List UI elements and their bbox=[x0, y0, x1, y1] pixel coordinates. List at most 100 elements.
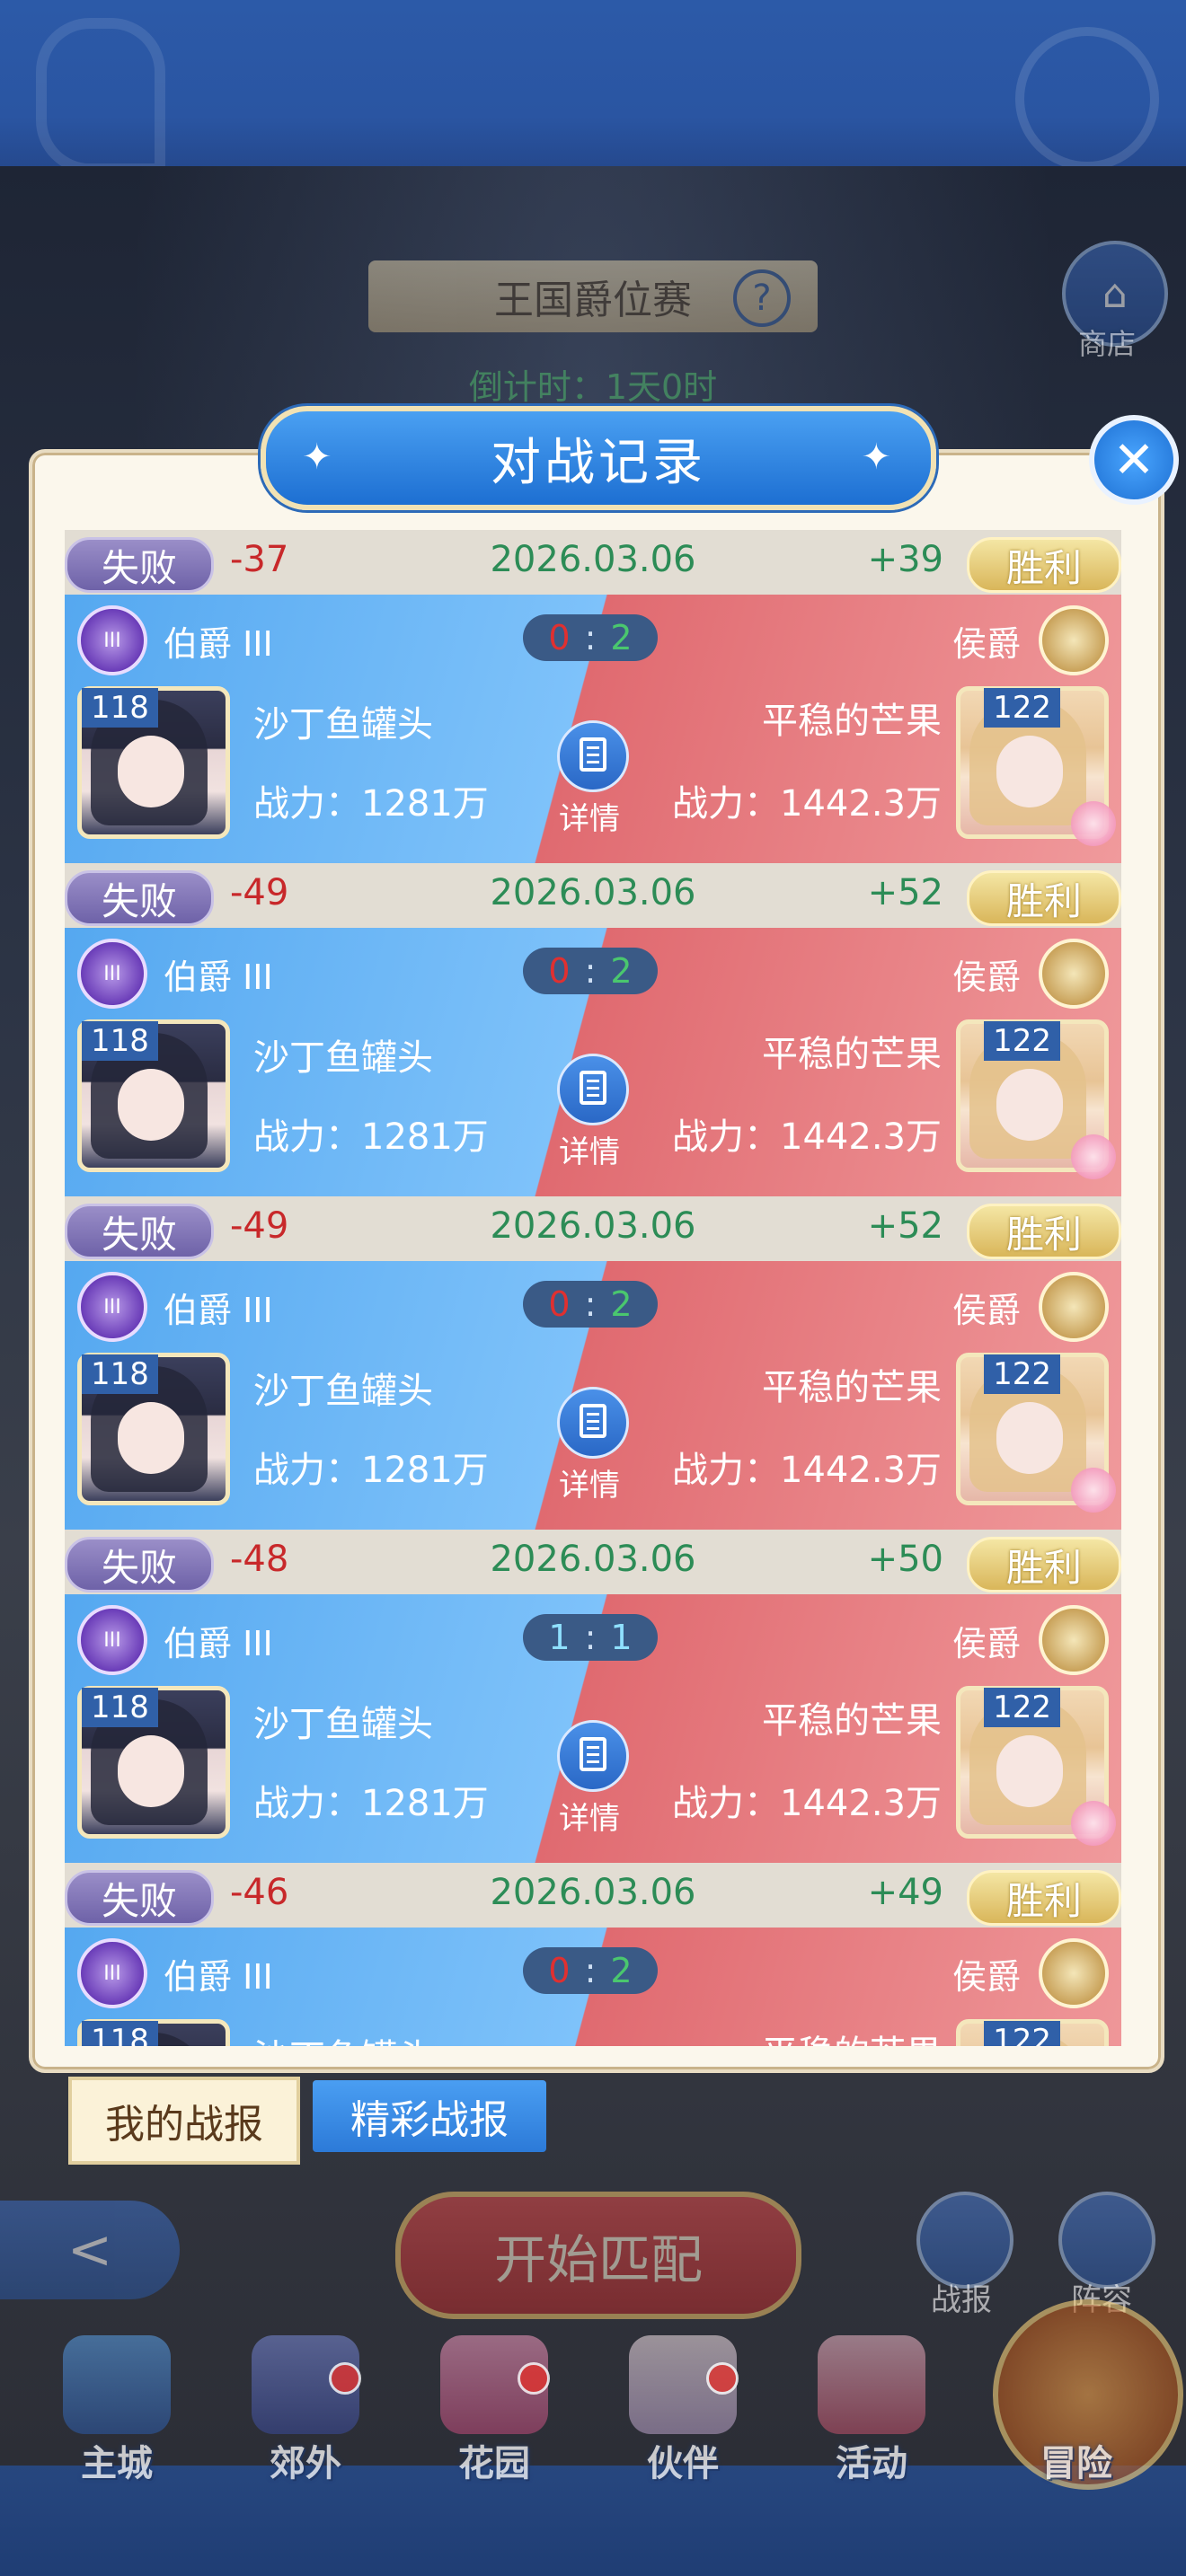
nav-events[interactable]: 活动 bbox=[800, 2335, 943, 2488]
victory-badge: 胜利 bbox=[967, 1537, 1121, 1592]
score-left: 0 bbox=[548, 1284, 571, 1324]
marquis-rank-icon bbox=[1039, 605, 1109, 675]
record-body: III 伯爵 III 1 : 1 侯爵 118 沙丁鱼罐头 战力：1281万 详… bbox=[65, 1594, 1121, 1863]
banner-decoration bbox=[36, 18, 165, 174]
defeat-badge: 失败 bbox=[65, 537, 214, 593]
record-body: III 伯爵 III 0 : 2 侯爵 118 沙丁鱼罐头 战力：1281万 详… bbox=[65, 1261, 1121, 1530]
avatar-face bbox=[118, 736, 184, 807]
opponent-level: 122 bbox=[984, 1354, 1060, 1394]
opponent-power: 战力：1442.3万 bbox=[672, 1783, 942, 1824]
defeat-badge: 失败 bbox=[65, 1204, 214, 1259]
opponent-power: 战力：1442.3万 bbox=[672, 783, 942, 825]
nav-adventure[interactable]: 冒险 bbox=[1005, 2335, 1148, 2488]
points-lost: -49 bbox=[230, 872, 289, 913]
cherry-blossom-icon bbox=[1071, 1134, 1116, 1179]
player-power: 战力：1281万 bbox=[253, 1783, 489, 1824]
detail-button[interactable]: 详情 bbox=[557, 720, 629, 838]
battle-record-item: 失败 -49 2026.03.06 +52 胜利 III 伯爵 III 0 : … bbox=[65, 1196, 1121, 1530]
score-separator: : bbox=[584, 951, 597, 991]
countdown-text: 倒计时：1天0时 bbox=[468, 367, 718, 407]
points-lost: -49 bbox=[230, 1205, 289, 1247]
nav-partners[interactable]: 伙伴 bbox=[611, 2335, 755, 2488]
player-rank: 伯爵 III bbox=[164, 1957, 273, 1997]
opponent-level: 122 bbox=[984, 1688, 1060, 1727]
nav-garden[interactable]: 花园 bbox=[422, 2335, 566, 2488]
player-rank: 伯爵 III bbox=[164, 1624, 273, 1663]
player-power: 战力：1281万 bbox=[253, 1450, 489, 1491]
close-button[interactable]: ✕ bbox=[1089, 415, 1179, 505]
points-gained: +49 bbox=[867, 1872, 943, 1913]
nav-label: 伙伴 bbox=[647, 2443, 719, 2484]
record-list[interactable]: 失败 -37 2026.03.06 +39 胜利 III 伯爵 III 0 : … bbox=[65, 530, 1121, 2046]
start-match-button[interactable]: 开始匹配 bbox=[395, 2192, 801, 2319]
score-left: 1 bbox=[548, 1618, 571, 1657]
player-level: 118 bbox=[82, 2021, 158, 2046]
detail-label: 详情 bbox=[559, 1134, 620, 1170]
record-body: III 伯爵 III 0 : 2 侯爵 118 沙丁鱼罐头 战力：1281万 详… bbox=[65, 928, 1121, 1196]
lineup-button[interactable] bbox=[1058, 2192, 1155, 2289]
help-icon[interactable]: ? bbox=[733, 269, 791, 327]
marquis-rank-icon bbox=[1039, 939, 1109, 1009]
record-header: 失败 -48 2026.03.06 +50 胜利 bbox=[65, 1530, 1121, 1594]
score-left: 0 bbox=[548, 618, 571, 657]
player-name: 沙丁鱼罐头 bbox=[253, 1371, 433, 1412]
record-header: 失败 -37 2026.03.06 +39 胜利 bbox=[65, 530, 1121, 595]
match-score: 0 : 2 bbox=[523, 614, 658, 661]
detail-button[interactable]: 详情 bbox=[557, 1054, 629, 1171]
detail-label: 详情 bbox=[559, 1468, 620, 1504]
nav-outskirts[interactable]: 郊外 bbox=[234, 2335, 377, 2488]
cherry-blossom-icon bbox=[1071, 1468, 1116, 1513]
detail-button[interactable]: 详情 bbox=[557, 1387, 629, 1504]
shop-icon: ⌂ bbox=[1102, 270, 1128, 317]
player-name: 沙丁鱼罐头 bbox=[253, 1704, 433, 1745]
score-right: 1 bbox=[610, 1618, 633, 1657]
player-level: 118 bbox=[82, 688, 158, 728]
victory-label: 胜利 bbox=[1005, 1545, 1082, 1590]
player-name: 沙丁鱼罐头 bbox=[253, 1037, 433, 1079]
defeat-label: 失败 bbox=[101, 1212, 177, 1257]
defeat-badge: 失败 bbox=[65, 870, 214, 926]
victory-label: 胜利 bbox=[1005, 1212, 1082, 1257]
opponent-rank: 侯爵 bbox=[951, 1624, 1021, 1663]
avatar-face bbox=[118, 1402, 184, 1474]
avatar-face bbox=[996, 1069, 1063, 1141]
detail-button[interactable]: 详情 bbox=[557, 1720, 629, 1838]
opponent-name: 平稳的芒果 bbox=[762, 1034, 942, 1075]
nav-main-city[interactable]: 主城 bbox=[45, 2335, 189, 2488]
tab-my-reports[interactable]: 我的战报 bbox=[68, 2077, 300, 2165]
back-button[interactable]: < bbox=[0, 2201, 180, 2299]
player-level: 118 bbox=[82, 1021, 158, 1061]
score-separator: : bbox=[584, 1618, 597, 1657]
detail-label: 详情 bbox=[559, 1801, 620, 1837]
document-icon bbox=[557, 1720, 629, 1792]
points-lost: -48 bbox=[230, 1539, 289, 1580]
document-icon bbox=[557, 1054, 629, 1125]
score-left: 0 bbox=[548, 951, 571, 991]
tab-highlight-reports[interactable]: 精彩战报 bbox=[313, 2080, 546, 2152]
battle-record-item: 失败 -49 2026.03.06 +52 胜利 III 伯爵 III 0 : … bbox=[65, 863, 1121, 1196]
opponent-power: 战力：1442.3万 bbox=[672, 1450, 942, 1491]
player-power: 战力：1281万 bbox=[253, 1116, 489, 1158]
points-lost: -37 bbox=[230, 539, 289, 580]
opponent-rank: 侯爵 bbox=[951, 1957, 1021, 1997]
shop-label: 商店 bbox=[1078, 327, 1137, 361]
battle-report-button[interactable] bbox=[916, 2192, 1013, 2289]
notification-dot bbox=[518, 2362, 550, 2395]
close-icon: ✕ bbox=[1112, 430, 1155, 490]
avatar-face bbox=[118, 1735, 184, 1807]
player-rank: 伯爵 III bbox=[164, 1291, 273, 1330]
battle-record-item: 失败 -46 2026.03.06 +49 胜利 III 伯爵 III 0 : … bbox=[65, 1863, 1121, 2046]
dialog-title-banner: ✦ 对战记录 ✦ bbox=[261, 406, 936, 510]
earl-rank-icon: III bbox=[77, 605, 147, 675]
nav-label: 冒险 bbox=[1040, 2443, 1112, 2484]
record-date: 2026.03.06 bbox=[490, 1539, 696, 1580]
record-header: 失败 -46 2026.03.06 +49 胜利 bbox=[65, 1863, 1121, 1928]
banner-decoration bbox=[1015, 27, 1159, 171]
sparkle-icon: ✦ bbox=[861, 437, 895, 478]
points-lost: -46 bbox=[230, 1872, 289, 1913]
document-icon bbox=[557, 720, 629, 792]
points-gained: +50 bbox=[867, 1539, 943, 1580]
match-score: 0 : 2 bbox=[523, 1947, 658, 1994]
victory-badge: 胜利 bbox=[967, 870, 1121, 926]
match-score: 1 : 1 bbox=[523, 1614, 658, 1661]
